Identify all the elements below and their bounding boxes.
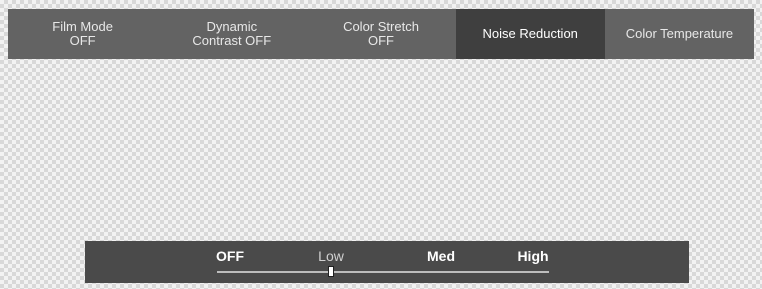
noise-reduction-slider-thumb[interactable] [328, 266, 334, 277]
noise-reduction-slider-panel: OFF Low Med High [85, 241, 689, 283]
menu-item-label: Noise Reduction [482, 26, 578, 41]
menu-item-value: OFF [368, 33, 394, 48]
menu-item-label: Color Temperature [625, 26, 734, 41]
option-med[interactable]: Med [427, 248, 455, 264]
menu-item-dynamic-contrast[interactable]: Dynamic Contrast OFF [157, 9, 306, 59]
menu-item-color-temperature[interactable]: Color Temperature [605, 9, 754, 59]
noise-reduction-slider-track[interactable] [217, 271, 549, 273]
menu-item-label: Film Mode [52, 19, 113, 34]
menu-item-noise-reduction[interactable]: Noise Reduction [455, 9, 605, 59]
menu-item-film-mode[interactable]: Film Mode OFF [8, 9, 157, 59]
menu-item-label: Dynamic [206, 19, 258, 34]
option-high[interactable]: High [517, 248, 548, 264]
menu-item-label: Color Stretch [343, 19, 419, 34]
picture-menu-bar: Film Mode OFF Dynamic Contrast OFF Color… [8, 9, 754, 59]
menu-item-color-stretch[interactable]: Color Stretch OFF [306, 9, 455, 59]
option-low[interactable]: Low [318, 248, 344, 264]
menu-item-value: Contrast OFF [192, 33, 272, 48]
option-off[interactable]: OFF [216, 248, 244, 264]
menu-item-value: OFF [69, 33, 96, 48]
